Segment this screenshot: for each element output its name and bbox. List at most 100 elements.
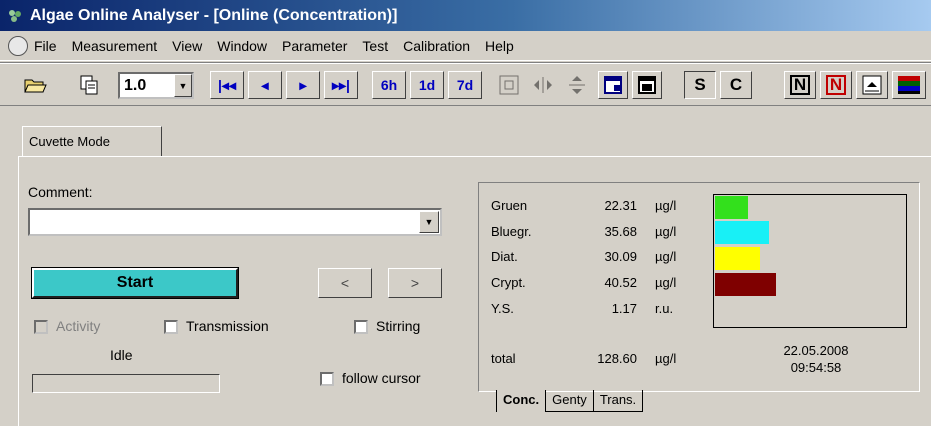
c-button[interactable]: C [720, 71, 752, 99]
open-folder-icon[interactable] [22, 71, 48, 99]
reading-unit: r.u. [655, 301, 674, 316]
range-7d-button[interactable]: 7d [448, 71, 482, 99]
reading-row-ys: Y.S. 1.17 r.u. [479, 301, 709, 321]
range-6h-button[interactable]: 6h [372, 71, 406, 99]
progress-bar [32, 374, 220, 393]
bar-gruen [715, 196, 748, 219]
next-sample-button[interactable]: > [388, 268, 442, 298]
n-red-label: N [825, 75, 847, 95]
stirring-checkbox[interactable] [354, 320, 368, 334]
copy-icon[interactable] [76, 71, 102, 99]
scale-icon[interactable] [856, 71, 888, 99]
comment-combobox[interactable]: ▼ [28, 208, 442, 236]
first-icon: |◂◂ [218, 76, 236, 93]
previous-sample-label: < [340, 275, 350, 291]
tab-conc[interactable]: Conc. [496, 390, 547, 412]
chevron-down-icon[interactable]: ▼ [419, 211, 439, 233]
reading-name: Crypt. [491, 275, 526, 290]
range-6h-label: 6h [380, 77, 398, 93]
previous-button[interactable]: ◂ [248, 71, 282, 99]
s-button[interactable]: S [684, 71, 716, 99]
tab-cuvette-mode[interactable]: Cuvette Mode [22, 126, 162, 157]
menu-parameter[interactable]: Parameter [282, 38, 347, 54]
transmission-label: Transmission [186, 318, 269, 334]
follow-cursor-label: follow cursor [342, 370, 421, 386]
concentration-panel: Gruen 22.31 µg/l Bluegr. 35.68 µg/l Diat… [478, 182, 920, 392]
window-icon[interactable] [598, 71, 628, 99]
follow-cursor-checkbox[interactable] [320, 372, 334, 386]
transmission-checkbox[interactable] [164, 320, 178, 334]
tab-trans[interactable]: Trans. [593, 390, 644, 412]
color-bars-icon[interactable] [892, 71, 926, 99]
tab-cuvette-mode-label: Cuvette Mode [29, 134, 110, 149]
menu-measurement[interactable]: Measurement [72, 38, 158, 54]
s-label: S [694, 75, 706, 94]
total-value: 128.60 [597, 351, 637, 366]
system-menu-icon[interactable] [8, 35, 28, 56]
window-alt-icon[interactable] [632, 71, 662, 99]
reading-row-crypt: Crypt. 40.52 µg/l [479, 275, 709, 295]
reading-unit: µg/l [655, 224, 677, 239]
zoom-value: 1.0 [124, 76, 147, 94]
last-button[interactable]: ▸▸| [324, 71, 358, 99]
reading-row-diat: Diat. 30.09 µg/l [479, 249, 709, 269]
start-button[interactable]: Start [32, 268, 238, 298]
n-button[interactable]: N [784, 71, 816, 99]
toolbar: 1.0 ▼ |◂◂ ◂ ▸ ▸▸| 6h 1d 7d S C N N [0, 62, 931, 106]
c-label: C [729, 75, 743, 94]
reading-unit: µg/l [655, 249, 677, 264]
next-sample-label: > [410, 275, 420, 291]
reading-row-gruen: Gruen 22.31 µg/l [479, 198, 709, 218]
activity-label: Activity [56, 318, 101, 334]
next-button[interactable]: ▸ [286, 71, 320, 99]
app-icon [6, 7, 24, 25]
reading-value: 22.31 [604, 198, 637, 213]
menu-file[interactable]: File [34, 38, 57, 54]
window-title: Algae Online Analyser - [Online (Concent… [30, 6, 398, 24]
total-name: total [491, 351, 516, 366]
start-label: Start [116, 274, 154, 291]
reading-name: Y.S. [491, 301, 514, 316]
previous-icon: ◂ [261, 76, 269, 93]
n-label: N [789, 75, 811, 95]
next-icon: ▸ [299, 76, 307, 93]
reading-name: Gruen [491, 198, 528, 213]
range-1d-button[interactable]: 1d [410, 71, 444, 99]
reading-name: Bluegr. [491, 224, 532, 239]
menu-calibration[interactable]: Calibration [403, 38, 470, 54]
zoom-select[interactable]: 1.0 ▼ [118, 72, 194, 99]
first-button[interactable]: |◂◂ [210, 71, 244, 99]
comment-label: Comment: [28, 184, 93, 200]
menu-test[interactable]: Test [362, 38, 388, 54]
range-1d-label: 1d [418, 77, 436, 93]
reading-value: 30.09 [604, 249, 637, 264]
activity-checkbox[interactable] [34, 320, 48, 334]
title-bar: Algae Online Analyser - [Online (Concent… [0, 0, 931, 31]
previous-sample-button[interactable]: < [318, 268, 372, 298]
chevron-down-icon[interactable]: ▼ [174, 74, 192, 97]
bar-diat [715, 247, 760, 270]
total-unit: µg/l [655, 351, 677, 366]
n-red-button[interactable]: N [820, 71, 852, 99]
bar-bluegr [715, 221, 769, 244]
reading-name: Diat. [491, 249, 518, 264]
reading-row-bluegr: Bluegr. 35.68 µg/l [479, 224, 709, 244]
menu-help[interactable]: Help [485, 38, 514, 54]
expand-vertical-icon[interactable] [562, 71, 592, 99]
reading-value: 1.17 [611, 301, 637, 316]
expand-horizontal-icon[interactable] [528, 71, 558, 99]
reading-row-total: total 128.60 µg/l [479, 351, 709, 371]
stirring-label: Stirring [376, 318, 421, 334]
reading-unit: µg/l [655, 198, 677, 213]
fit-view-icon[interactable] [494, 71, 524, 99]
reading-value: 35.68 [604, 224, 637, 239]
reading-value: 40.52 [604, 275, 637, 290]
menu-view[interactable]: View [172, 38, 202, 54]
timestamp-date: 22.05.2008 [783, 343, 849, 358]
menu-window[interactable]: Window [217, 38, 267, 54]
status-text: Idle [110, 347, 133, 363]
menu-bar: File Measurement View Window Parameter T… [0, 31, 931, 61]
tab-genty[interactable]: Genty [546, 390, 594, 412]
timestamp-time: 09:54:58 [790, 360, 842, 375]
range-7d-label: 7d [456, 77, 474, 93]
